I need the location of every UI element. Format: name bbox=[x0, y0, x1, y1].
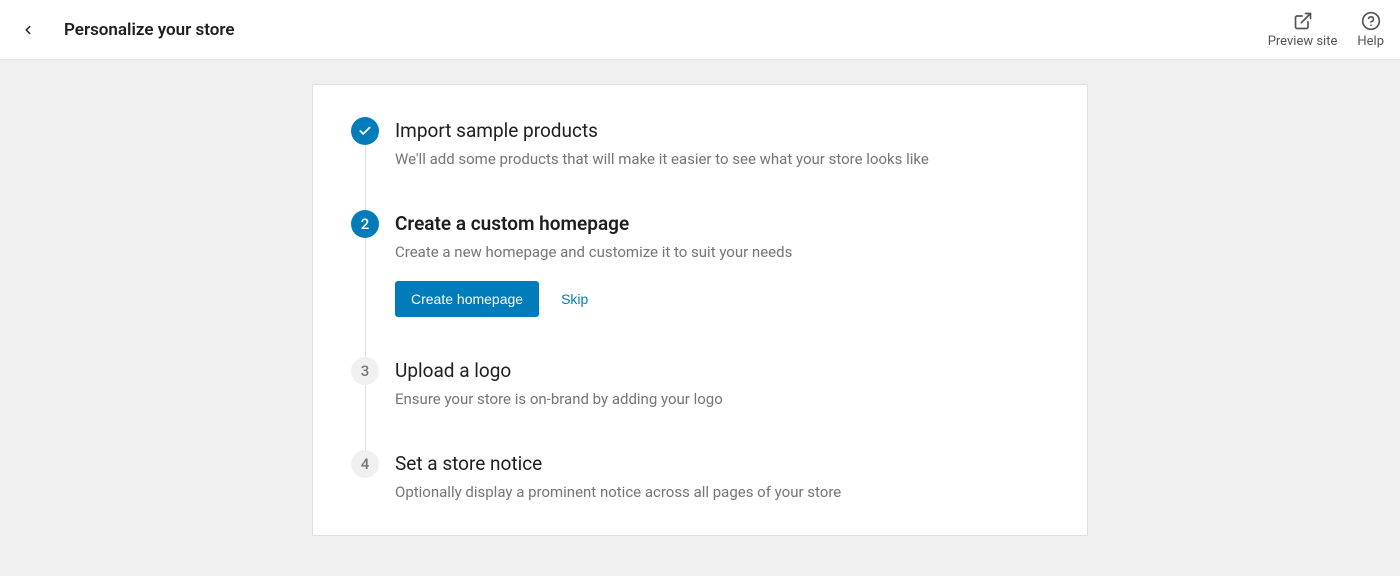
steps-card: Import sample products We'll add some pr… bbox=[312, 84, 1088, 536]
step-title: Set a store notice bbox=[395, 450, 1049, 478]
skip-button[interactable]: Skip bbox=[561, 291, 588, 307]
help-button[interactable]: Help bbox=[1357, 10, 1384, 49]
step-description: Ensure your store is on-brand by adding … bbox=[395, 389, 1049, 410]
back-button[interactable] bbox=[16, 18, 40, 42]
step-title: Create a custom homepage bbox=[395, 210, 1049, 238]
step-marker-done bbox=[351, 117, 379, 145]
content-area: Import sample products We'll add some pr… bbox=[0, 60, 1400, 576]
help-icon bbox=[1360, 10, 1382, 32]
preview-site-button[interactable]: Preview site bbox=[1268, 10, 1338, 49]
create-homepage-button[interactable]: Create homepage bbox=[395, 281, 539, 317]
step-description: Create a new homepage and customize it t… bbox=[395, 242, 1049, 263]
step-description: We'll add some products that will make i… bbox=[395, 149, 1049, 170]
header-bar: Personalize your store Preview site Help bbox=[0, 0, 1400, 60]
step-create-custom-homepage: 2 Create a custom homepage Create a new … bbox=[351, 210, 1049, 357]
step-import-sample-products: Import sample products We'll add some pr… bbox=[351, 117, 1049, 210]
step-marker-pending: 4 bbox=[351, 450, 379, 478]
step-title: Import sample products bbox=[395, 117, 1049, 145]
external-link-icon bbox=[1292, 10, 1314, 32]
preview-site-label: Preview site bbox=[1268, 34, 1338, 49]
step-connector-line bbox=[365, 145, 366, 214]
step-marker-active: 2 bbox=[351, 210, 379, 238]
step-title: Upload a logo bbox=[395, 357, 1049, 385]
step-connector-line bbox=[365, 238, 366, 361]
step-marker-pending: 3 bbox=[351, 357, 379, 385]
step-actions: Create homepage Skip bbox=[395, 281, 1049, 317]
check-icon bbox=[358, 124, 372, 138]
step-set-store-notice: 4 Set a store notice Optionally display … bbox=[351, 450, 1049, 503]
step-connector-line bbox=[365, 385, 366, 454]
step-description: Optionally display a prominent notice ac… bbox=[395, 482, 1049, 503]
page-title: Personalize your store bbox=[64, 20, 234, 40]
chevron-left-icon bbox=[21, 23, 35, 37]
help-label: Help bbox=[1357, 34, 1384, 49]
step-upload-logo: 3 Upload a logo Ensure your store is on-… bbox=[351, 357, 1049, 450]
